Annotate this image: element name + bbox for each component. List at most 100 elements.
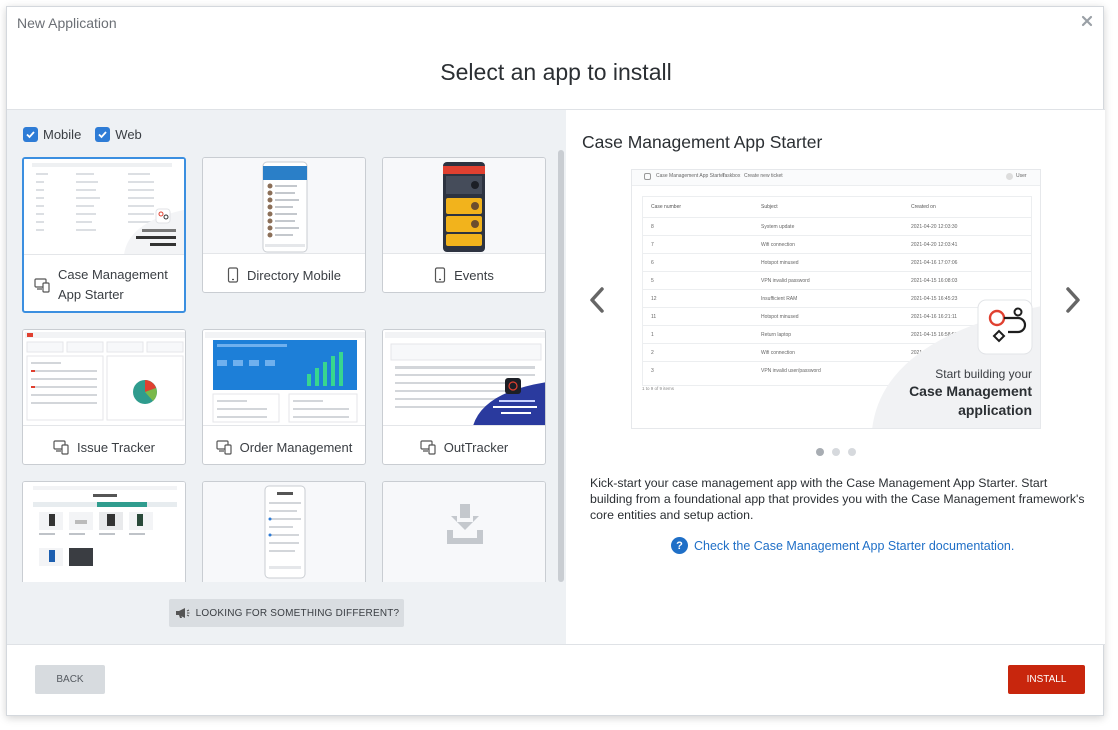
- preview-table-cell: 2021-04-15 16:08:03: [911, 278, 958, 284]
- preview-table-cell: 3: [651, 368, 654, 374]
- filter-web-checkbox[interactable]: Web: [95, 127, 142, 142]
- install-button[interactable]: INSTALL: [1008, 665, 1085, 694]
- preview-table-cell: Insufficient RAM: [761, 296, 798, 302]
- preview-column-header: Case number: [651, 204, 682, 210]
- preview-table-cell: 5: [651, 278, 654, 284]
- dialog-title: New Application: [17, 15, 117, 31]
- preview-table-cell: 2021-04-20 12:03:30: [911, 224, 958, 230]
- looking-for-something-different-button[interactable]: LOOKING FOR SOMETHING DIFFERENT?: [169, 599, 404, 627]
- app-preview-carousel: Case Management App Starter Taskbox Crea…: [631, 169, 1041, 429]
- preview-table-cell: 6: [651, 260, 654, 266]
- web-mobile-icon: [53, 440, 69, 455]
- app-card-outtracker[interactable]: OutTracker: [382, 329, 546, 465]
- preview-app-name: Case Management App Starter: [656, 173, 725, 179]
- app-card-webshop[interactable]: [22, 481, 186, 582]
- preview-table-cell: 11: [651, 314, 657, 320]
- app-thumbnail: [203, 482, 365, 582]
- carousel-dot-3[interactable]: [848, 448, 856, 456]
- carousel-dots: [816, 448, 856, 456]
- web-mobile-icon: [216, 440, 232, 455]
- app-card-label: Issue Tracker: [23, 434, 185, 460]
- app-thumbnail: [383, 158, 545, 254]
- app-thumbnail: [383, 482, 545, 582]
- preview-table-cell: Wifi connection: [761, 350, 795, 356]
- preview-row-divider: [643, 271, 1031, 272]
- app-card-case-management[interactable]: Case Management App Starter: [22, 157, 186, 313]
- promo-line-1: Start building your: [935, 367, 1032, 381]
- carousel-dot-2[interactable]: [832, 448, 840, 456]
- platform-filters: Mobile Web: [23, 127, 142, 142]
- app-card-label: Events: [383, 262, 545, 288]
- web-mobile-icon: [420, 440, 436, 455]
- filter-web-label: Web: [115, 127, 142, 142]
- mobile-icon: [227, 267, 239, 283]
- preview-table-cell: Hotspot minused: [761, 314, 799, 320]
- preview-table-cell: 1: [651, 332, 654, 338]
- app-card-title: Events: [454, 267, 494, 283]
- app-thumbnail: [23, 330, 185, 426]
- preview-table-cell: Hotspot minused: [761, 260, 799, 266]
- app-card-directory-mobile[interactable]: Directory Mobile: [202, 157, 366, 293]
- chevron-left-icon[interactable]: [586, 285, 608, 315]
- app-card-import[interactable]: [382, 481, 546, 582]
- preview-nav-create: Create new ticket: [744, 173, 783, 179]
- preview-table-cell: VPN invalid password: [761, 278, 810, 284]
- preview-table-cell: Return laptop: [761, 332, 792, 338]
- app-card-label: OutTracker: [383, 434, 545, 460]
- app-card-events[interactable]: Events: [382, 157, 546, 293]
- page-heading: Select an app to install: [440, 59, 672, 85]
- app-card-label: Directory Mobile: [203, 262, 365, 288]
- preview-column-header: Created on: [911, 204, 936, 210]
- preview-table-cell: VPN invalid user/password: [761, 368, 821, 374]
- app-card-title: Directory Mobile: [247, 267, 341, 283]
- download-icon: [447, 504, 483, 544]
- preview-top-bar: Case Management App Starter Taskbox Crea…: [632, 170, 1040, 186]
- app-grid: Case Management App Starter Directory Mo…: [22, 157, 547, 582]
- preview-user-label: User: [1016, 173, 1027, 179]
- preview-row-divider: [643, 253, 1031, 254]
- documentation-link[interactable]: ? Check the Case Management App Starter …: [671, 537, 1014, 554]
- preview-table-footer: 1 to 9 of 9 items: [642, 386, 675, 391]
- app-card-label: Case Management App Starter: [24, 263, 184, 307]
- filter-mobile-checkbox[interactable]: Mobile: [23, 127, 81, 142]
- checkbox-checked-icon: [95, 127, 111, 142]
- app-card-label-line1: Case Management: [58, 267, 168, 282]
- divider: [7, 644, 1105, 645]
- carousel-dot-1[interactable]: [816, 448, 824, 456]
- filter-mobile-label: Mobile: [43, 127, 82, 142]
- preview-nav-taskbox: Taskbox: [722, 173, 741, 179]
- web-mobile-icon: [34, 278, 50, 293]
- app-card-mobile-form[interactable]: [202, 481, 366, 582]
- preview-table-cell: 12: [651, 296, 657, 302]
- app-thumbnail: [23, 482, 185, 582]
- app-card-label: Order Management: [203, 434, 365, 460]
- app-thumbnail: [203, 158, 365, 254]
- preview-logo-icon: [644, 173, 651, 180]
- looking-button-label: LOOKING FOR SOMETHING DIFFERENT?: [195, 607, 400, 619]
- preview-table-cell: Wifi connection: [761, 242, 795, 248]
- preview-table-cell: 8: [651, 224, 654, 230]
- preview-column-header: Subject: [761, 204, 778, 210]
- scrollbar[interactable]: [558, 150, 564, 582]
- preview-row-divider: [643, 235, 1031, 236]
- megaphone-icon: [175, 608, 190, 618]
- chevron-right-icon[interactable]: [1062, 285, 1084, 315]
- app-card-issue-tracker[interactable]: Issue Tracker: [22, 329, 186, 465]
- preview-table-cell: System update: [761, 224, 795, 230]
- app-detail-title: Case Management App Starter: [582, 132, 823, 152]
- app-card-title: Order Management: [239, 439, 353, 455]
- preview-row-divider: [643, 217, 1031, 218]
- promo-line-2: Case Management: [909, 383, 1032, 399]
- preview-table-cell: 7: [651, 242, 654, 248]
- back-button[interactable]: BACK: [35, 665, 105, 694]
- app-card-order-management[interactable]: Order Management: [202, 329, 366, 465]
- help-icon: ?: [671, 537, 688, 554]
- close-icon[interactable]: [1079, 13, 1095, 29]
- promo-line-3: application: [958, 402, 1032, 418]
- app-detail-panel: Case Management App Starter Case Managem…: [566, 110, 1105, 645]
- app-thumbnail: [203, 330, 365, 426]
- documentation-link-text: Check the Case Management App Starter do…: [694, 538, 1015, 553]
- preview-table-cell: 2021-04-20 12:03:41: [911, 242, 958, 248]
- new-application-dialog: New Application Select an app to install…: [6, 6, 1105, 716]
- app-card-title: OutTracker: [443, 439, 509, 455]
